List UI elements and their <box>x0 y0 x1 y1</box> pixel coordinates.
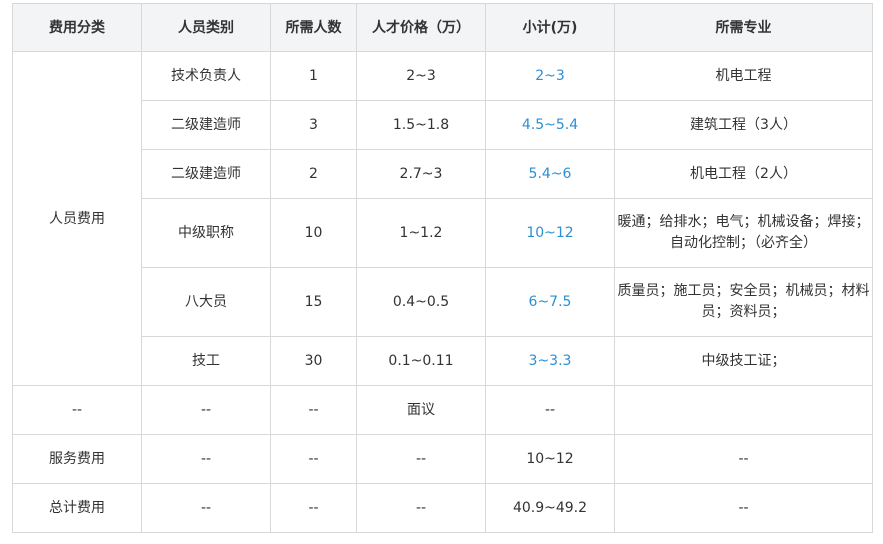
header-cost-category: 费用分类 <box>12 3 142 52</box>
personnel-type-cell: -- <box>141 385 271 435</box>
specialty-cell: 中级技工证； <box>614 336 873 386</box>
count-cell: -- <box>270 483 357 533</box>
price-cell: -- <box>356 434 486 484</box>
header-personnel-type: 人员类别 <box>141 3 271 52</box>
header-subtotal: 小计(万) <box>485 3 615 52</box>
subtotal-cell: 4.5~5.4 <box>485 100 615 150</box>
count-cell: 1 <box>270 51 357 101</box>
count-cell: 30 <box>270 336 357 386</box>
cost-table-container: 费用分类 人员类别 所需人数 人才价格（万） 小计(万) 所需专业 人员费用 技… <box>12 3 873 533</box>
price-cell: 0.1~0.11 <box>356 336 486 386</box>
price-cell: 面议 <box>356 385 486 435</box>
header-required-count: 所需人数 <box>270 3 357 52</box>
count-cell: -- <box>270 434 357 484</box>
subtotal-cell: 6~7.5 <box>485 267 615 337</box>
subtotal-cell: -- <box>485 385 615 435</box>
table-row: 人员费用 技术负责人 1 2~3 2~3 机电工程 <box>12 51 873 386</box>
table-row: 二级建造师 3 1.5~1.8 4.5~5.4 建筑工程（3人） <box>13 100 873 150</box>
specialty-cell: 质量员；施工员；安全员；机械员；材料员；资料员； <box>614 267 873 337</box>
table-row: 总计费用 -- -- -- 40.9~49.2 -- <box>12 483 873 533</box>
category-cell-service: 服务费用 <box>12 434 142 484</box>
specialty-cell: -- <box>614 483 873 533</box>
table-row: -- -- -- 面议 -- <box>12 385 873 435</box>
specialty-cell: 机电工程（2人） <box>614 149 873 199</box>
subtotal-cell: 5.4~6 <box>485 149 615 199</box>
category-cell-total: 总计费用 <box>12 483 142 533</box>
category-cell: -- <box>12 385 142 435</box>
specialty-cell: 机电工程 <box>614 51 873 101</box>
table-row: 中级职称 10 1~1.2 10~12 暖通；给排水；电气；机械设备；焊接；自动… <box>13 198 873 268</box>
header-talent-price: 人才价格（万） <box>356 3 486 52</box>
personnel-type-cell: -- <box>141 434 271 484</box>
price-cell: 2.7~3 <box>356 149 486 199</box>
subtotal-cell: 2~3 <box>485 51 615 101</box>
count-cell: 2 <box>270 149 357 199</box>
personnel-type-cell: 二级建造师 <box>141 100 271 150</box>
table-row: 八大员 15 0.4~0.5 6~7.5 质量员；施工员；安全员；机械员；材料员… <box>13 267 873 337</box>
price-cell: -- <box>356 483 486 533</box>
cost-table: 费用分类 人员类别 所需人数 人才价格（万） 小计(万) 所需专业 人员费用 技… <box>12 3 873 533</box>
header-required-specialty: 所需专业 <box>614 3 873 52</box>
specialty-cell: -- <box>614 434 873 484</box>
specialty-cell <box>614 385 873 435</box>
subtotal-cell: 40.9~49.2 <box>485 483 615 533</box>
count-cell: 15 <box>270 267 357 337</box>
table-header-row: 费用分类 人员类别 所需人数 人才价格（万） 小计(万) 所需专业 <box>12 3 873 52</box>
subtotal-cell: 10~12 <box>485 198 615 268</box>
table-row: 服务费用 -- -- -- 10~12 -- <box>12 434 873 484</box>
personnel-type-cell: 技工 <box>141 336 271 386</box>
price-cell: 1.5~1.8 <box>356 100 486 150</box>
category-cell-personnel: 人员费用 <box>12 51 142 386</box>
subtotal-cell: 10~12 <box>485 434 615 484</box>
personnel-type-cell: 技术负责人 <box>141 51 271 101</box>
count-cell: 10 <box>270 198 357 268</box>
price-cell: 1~1.2 <box>356 198 486 268</box>
specialty-cell: 建筑工程（3人） <box>614 100 873 150</box>
table-row: 技工 30 0.1~0.11 3~3.3 中级技工证； <box>13 336 873 386</box>
count-cell: 3 <box>270 100 357 150</box>
personnel-type-cell: -- <box>141 483 271 533</box>
specialty-cell: 暖通；给排水；电气；机械设备；焊接；自动化控制；（必齐全） <box>614 198 873 268</box>
count-cell: -- <box>270 385 357 435</box>
subtotal-cell: 3~3.3 <box>485 336 615 386</box>
table-row: 二级建造师 2 2.7~3 5.4~6 机电工程（2人） <box>13 149 873 199</box>
price-cell: 0.4~0.5 <box>356 267 486 337</box>
personnel-type-cell: 中级职称 <box>141 198 271 268</box>
personnel-type-cell: 二级建造师 <box>141 149 271 199</box>
personnel-type-cell: 八大员 <box>141 267 271 337</box>
price-cell: 2~3 <box>356 51 486 101</box>
